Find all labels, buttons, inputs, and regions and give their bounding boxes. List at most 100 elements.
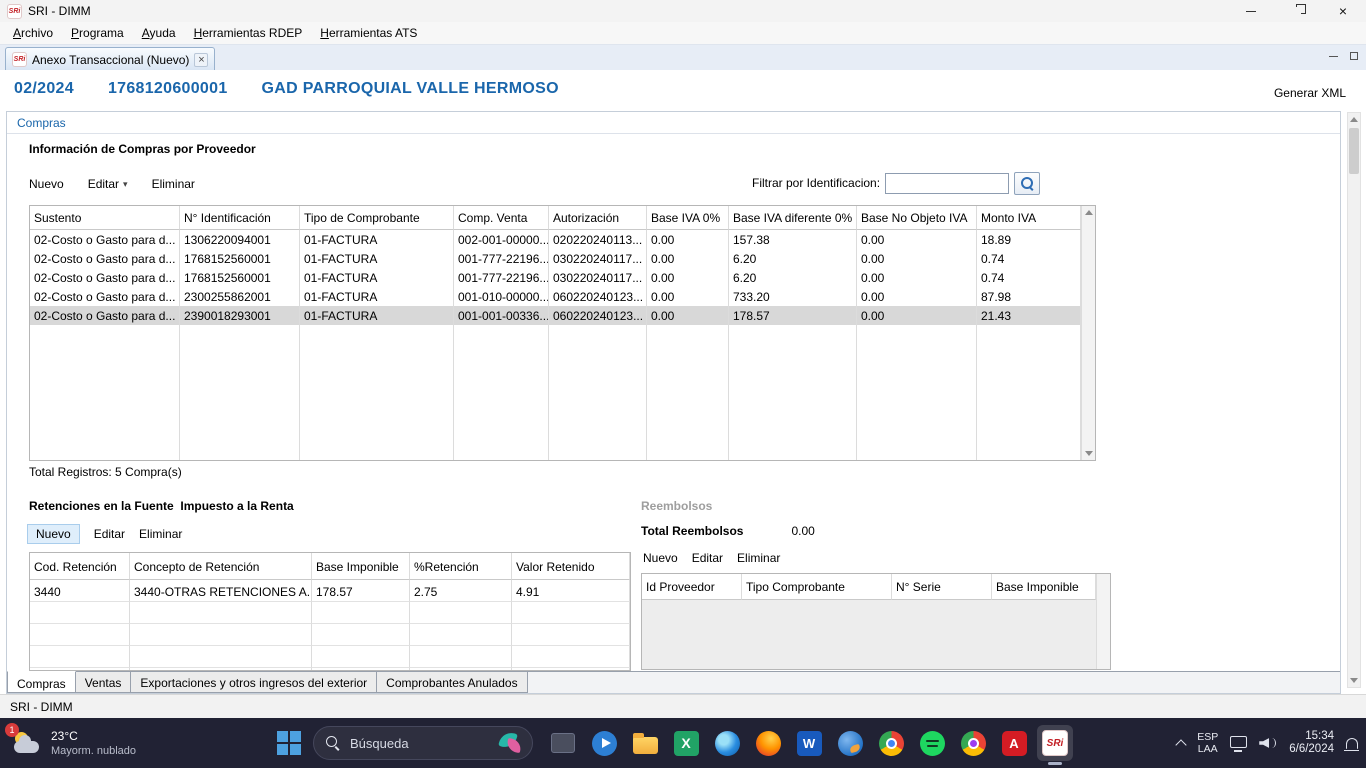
tab-label: Anexo Transaccional (Nuevo) xyxy=(32,53,189,67)
pane-minimize-icon[interactable] xyxy=(1329,56,1338,57)
column-header[interactable]: N° Serie xyxy=(892,574,992,600)
reembolsos-total: Total Reembolsos 0.00 xyxy=(641,524,815,538)
retenciones-nuevo-button[interactable]: Nuevo xyxy=(27,524,80,544)
taskbar-app-window-button[interactable] xyxy=(545,725,581,761)
document-header: 02/2024 1768120600001 GAD PARROQUIAL VAL… xyxy=(0,70,1366,111)
column-header[interactable]: Tipo de Comprobante xyxy=(300,206,454,230)
taskbar-sri-dimm-button[interactable]: SRi xyxy=(1037,725,1073,761)
column-header[interactable]: Sustento xyxy=(30,206,180,230)
generar-xml-button[interactable]: Generar XML xyxy=(1274,86,1346,100)
column-header[interactable]: Base No Objeto IVA xyxy=(857,206,977,230)
table-cell: 02-Costo o Gasto para d... xyxy=(30,287,180,306)
column-header[interactable]: Base IVA 0% xyxy=(647,206,729,230)
notifications-bell-icon[interactable] xyxy=(1346,738,1358,749)
compras-editar-button[interactable]: Editar▾ xyxy=(88,177,128,191)
clock-date: 6/6/2024 xyxy=(1289,743,1334,756)
menu-programa[interactable]: Programa xyxy=(62,23,133,43)
column-header[interactable]: Id Proveedor xyxy=(642,574,742,600)
column-header[interactable]: Tipo Comprobante xyxy=(742,574,892,600)
taskbar-acrobat-button[interactable] xyxy=(996,725,1032,761)
close-button[interactable]: × xyxy=(1320,0,1366,22)
menu-ayuda[interactable]: Ayuda xyxy=(133,23,185,43)
taskbar-spotify-button[interactable] xyxy=(914,725,950,761)
reembolsos-table-scrollbar[interactable] xyxy=(1096,574,1110,669)
taskbar-word-button[interactable] xyxy=(791,725,827,761)
column-header[interactable]: %Retención xyxy=(410,553,512,580)
table-cell: 0.74 xyxy=(977,268,1081,287)
table-cell: 0.00 xyxy=(857,287,977,306)
network-icon[interactable] xyxy=(1230,736,1247,748)
weather-widget[interactable]: 1 23°C Mayorm. nublado xyxy=(10,724,136,762)
table-cell: 001-777-22196... xyxy=(454,268,549,287)
taskbar-excel-button[interactable] xyxy=(668,725,704,761)
taskbar-firefox-button[interactable] xyxy=(750,725,786,761)
compras-page-panel: Compras Información de Compras por Prove… xyxy=(6,111,1341,694)
column-header[interactable]: Valor Retenido xyxy=(512,553,630,580)
column-header[interactable]: Cod. Retención xyxy=(30,553,130,580)
tab-exportaciones[interactable]: Exportaciones y otros ingresos del exter… xyxy=(130,672,377,693)
taskbar-thunderbird-button[interactable] xyxy=(832,725,868,761)
retenciones-eliminar-button[interactable]: Eliminar xyxy=(139,527,182,541)
retenciones-editar-button[interactable]: Editar xyxy=(94,527,125,541)
column-header[interactable]: Autorización xyxy=(549,206,647,230)
reembolsos-table-disabled-area xyxy=(642,600,1096,669)
taskbar-chrome-profile-button[interactable] xyxy=(955,725,991,761)
filter-identification-input[interactable] xyxy=(885,173,1009,194)
compras-section-title: Información de Compras por Proveedor xyxy=(29,142,256,156)
tab-anexo-transaccional[interactable]: SRi Anexo Transaccional (Nuevo) × xyxy=(5,47,215,71)
table-row[interactable]: 3440 3440-OTRAS RETENCIONES A... 178.57 … xyxy=(30,580,630,602)
table-cell: 21.43 xyxy=(977,306,1081,325)
taskbar-edge-button[interactable] xyxy=(709,725,745,761)
compras-nuevo-button[interactable]: Nuevo xyxy=(29,177,64,191)
column-header[interactable]: Base Imponible xyxy=(312,553,410,580)
filter-search-button[interactable] xyxy=(1014,172,1040,195)
compras-table-scrollbar[interactable] xyxy=(1081,206,1095,460)
table-row[interactable]: 02-Costo o Gasto para d... 1306220094001… xyxy=(30,230,1095,249)
tab-ventas[interactable]: Ventas xyxy=(75,672,132,693)
taskbar-file-explorer-button[interactable] xyxy=(627,725,663,761)
taskbar-media-player-button[interactable] xyxy=(586,725,622,761)
start-button[interactable] xyxy=(274,728,304,758)
scroll-down-icon xyxy=(1350,678,1358,683)
menu-herramientas-rdep[interactable]: Herramientas RDEP xyxy=(185,23,312,43)
retenciones-toolbar: Nuevo Editar Eliminar xyxy=(27,523,182,545)
application-window: SRi SRI - DIMM × Archivo Programa Ayuda … xyxy=(0,0,1366,768)
scrollbar-thumb[interactable] xyxy=(1349,128,1359,174)
pane-maximize-icon[interactable] xyxy=(1350,52,1358,60)
reembolsos-editar-button[interactable]: Editar xyxy=(692,551,723,565)
reembolsos-eliminar-button[interactable]: Eliminar xyxy=(737,551,780,565)
page-label-compras: Compras xyxy=(17,116,66,130)
tab-comprobantes-anulados[interactable]: Comprobantes Anulados xyxy=(376,672,527,693)
taskbar-clock[interactable]: 15:34 6/6/2024 xyxy=(1289,730,1334,756)
table-row[interactable]: 02-Costo o Gasto para d... 2300255862001… xyxy=(30,287,1095,306)
column-header[interactable]: Base IVA diferente 0% xyxy=(729,206,857,230)
table-row[interactable]: 02-Costo o Gasto para d... 1768152560001… xyxy=(30,249,1095,268)
menu-herramientas-ats[interactable]: Herramientas ATS xyxy=(311,23,426,43)
column-header[interactable]: Comp. Venta xyxy=(454,206,549,230)
tab-close-icon[interactable]: × xyxy=(194,53,208,67)
speaker-icon[interactable] xyxy=(1259,736,1277,750)
tray-chevron-up-icon[interactable] xyxy=(1176,739,1187,750)
menu-archivo[interactable]: Archivo xyxy=(4,23,62,43)
reembolsos-nuevo-button[interactable]: Nuevo xyxy=(643,551,678,565)
taskbar-chrome-button[interactable] xyxy=(873,725,909,761)
scroll-up-icon xyxy=(1085,210,1093,215)
period-label: 02/2024 xyxy=(14,80,74,98)
filter-label: Filtrar por Identificacion: xyxy=(752,176,880,190)
compras-eliminar-button[interactable]: Eliminar xyxy=(152,177,195,191)
column-header[interactable]: Concepto de Retención xyxy=(130,553,312,580)
table-row[interactable]: 02-Costo o Gasto para d... 1768152560001… xyxy=(30,268,1095,287)
vertical-scrollbar[interactable] xyxy=(1347,112,1361,688)
table-row-selected[interactable]: 02-Costo o Gasto para d... 2390018293001… xyxy=(30,306,1095,325)
taskbar-search[interactable]: Búsqueda xyxy=(313,726,533,760)
table-cell: 0.00 xyxy=(857,249,977,268)
table-cell: 02-Costo o Gasto para d... xyxy=(30,249,180,268)
minimize-button[interactable] xyxy=(1228,0,1274,22)
column-header[interactable]: N° Identificación xyxy=(180,206,300,230)
tab-compras[interactable]: Compras xyxy=(7,671,76,693)
column-header[interactable]: Base Imponible xyxy=(992,574,1096,600)
restore-button[interactable] xyxy=(1274,0,1320,22)
table-cell: 2390018293001 xyxy=(180,306,300,325)
language-indicator[interactable]: ESP LAA xyxy=(1197,731,1218,755)
column-header[interactable]: Monto IVA xyxy=(977,206,1081,230)
